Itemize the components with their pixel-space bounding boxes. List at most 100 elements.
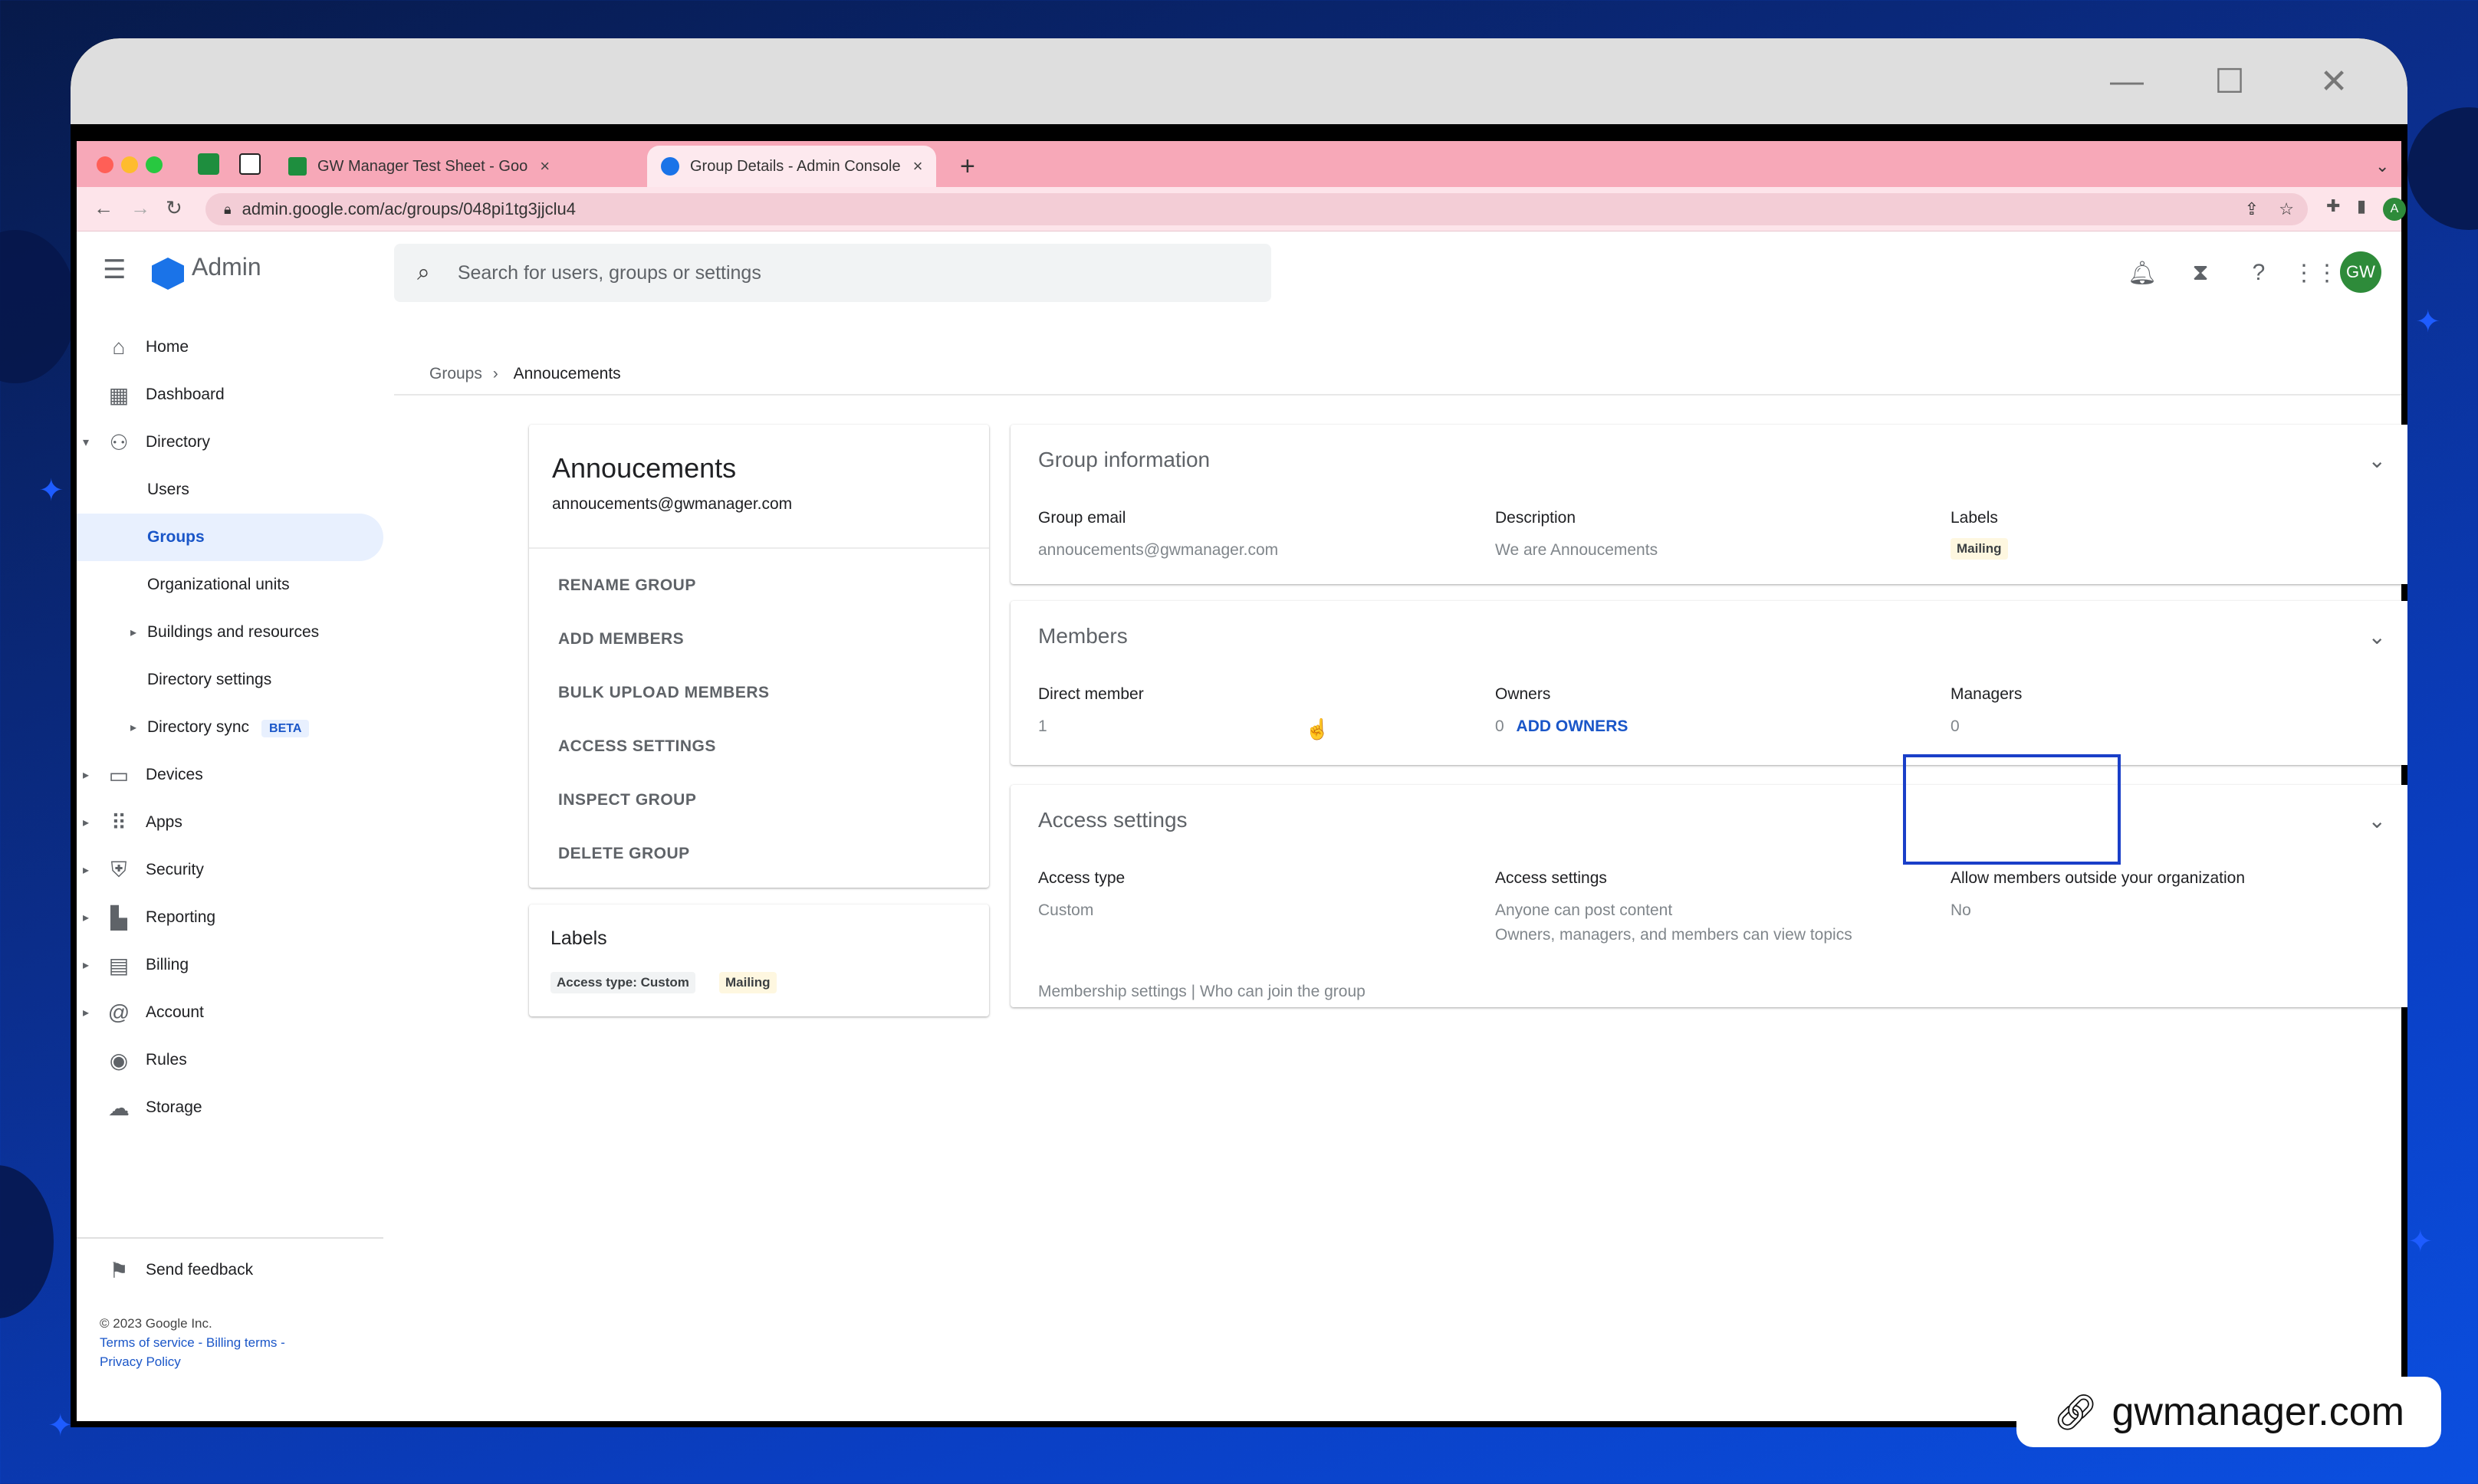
membership-settings-summary: Membership settings | Who can join the g… [1038,983,1366,1000]
extensions-icon[interactable]: ✚ [2326,196,2340,216]
sidebar-item-buildings[interactable]: ▸ Buildings and resources [77,609,383,656]
sidebar-item-home[interactable]: ⌂ Home [77,323,383,371]
feedback-icon: ⚑ [109,1258,129,1282]
sidebar-item-storage[interactable]: ☁ Storage [77,1084,383,1131]
sparkle-icon: ✦ [48,1409,74,1443]
back-icon[interactable]: ← [94,196,113,220]
breadcrumb-groups[interactable]: Groups [429,365,482,382]
profile-avatar[interactable]: A [2383,198,2406,221]
window-titlebar: — ☐ ✕ [71,38,2407,124]
sidebar-item-dashboard[interactable]: ▦ Dashboard [77,371,383,419]
add-owners-button[interactable]: ADD OWNERS [1517,717,1628,735]
tab-group-details[interactable]: Group Details - Admin Console × [647,146,937,187]
product-name[interactable]: Admin [192,253,261,281]
chevron-down-icon[interactable]: ⌄ [2368,448,2386,473]
sidebar-item-account[interactable]: ▸ @ Account [77,989,383,1036]
sidebar-item-directory-settings[interactable]: Directory settings [77,656,383,704]
sidebar-item-security[interactable]: ▸ ⛨ Security [77,846,383,894]
sheets-pinned-tab-icon[interactable] [198,153,219,175]
rules-icon: ◉ [109,1048,129,1072]
sidebar-item-reporting[interactable]: ▸ ▙ Reporting [77,894,383,941]
side-panel-icon[interactable]: ▮ [2357,196,2366,216]
labels-label: Labels [1951,509,1998,527]
new-tab-button[interactable]: + [946,146,989,187]
section-title: Group information [1038,448,1211,471]
access-settings-value-1: Anyone can post content [1495,901,1673,919]
sidebar: ⌂ Home ▦ Dashboard ▾ ⚇ Directory Users G… [77,313,383,1421]
chevron-down-icon[interactable]: ⌄ [2368,808,2386,833]
share-icon[interactable]: ⇪ [2245,199,2259,219]
help-icon[interactable]: ? [2243,258,2274,288]
caret-right-icon: ▸ [130,721,137,734]
managers-value: 0 [1951,717,1960,735]
section-title: Access settings [1038,808,1188,832]
group-name: Annoucements [552,452,737,484]
dashboard-icon: ▦ [108,382,130,407]
sidebar-item-org-units[interactable]: Organizational units [77,561,383,609]
maximize-icon[interactable]: ☐ [2207,58,2253,104]
chevron-down-icon[interactable]: ⌄ [2368,624,2386,649]
hourglass-icon[interactable]: ⧗ [2185,258,2216,288]
group-email-label: Group email [1038,509,1126,527]
minimize-icon[interactable]: — [2104,58,2150,104]
background-blob [0,230,77,383]
zoom-traffic-light[interactable] [146,156,163,173]
sidebar-item-apps[interactable]: ▸ ⠿ Apps [77,799,383,846]
background-blob [0,1165,54,1318]
access-settings-card[interactable]: Access settings ⌄ Access type Custom Acc… [1011,785,2407,1007]
sidebar-item-users[interactable]: Users [77,466,383,514]
group-information-card[interactable]: Group information ⌄ Group email annoucem… [1011,425,2407,584]
sidebar-item-directory-sync[interactable]: ▸ Directory sync BETA [77,704,383,751]
forward-icon[interactable]: → [130,196,150,220]
rename-group-button[interactable]: RENAME GROUP [558,576,696,595]
url-field[interactable]: 🔒︎ admin.google.com/ac/groups/048pi1tg3j… [205,193,2308,225]
delete-group-button[interactable]: DELETE GROUP [558,845,690,863]
admin-console: ☰ Admin ⌕ Search for users, groups or se… [77,231,2407,1421]
sidebar-item-billing[interactable]: ▸ ▤ Billing [77,941,383,989]
close-window-icon[interactable]: ✕ [2311,58,2357,104]
caret-right-icon: ▸ [83,816,90,829]
apps-grid-icon[interactable]: ⋮⋮ [2292,258,2338,288]
admin-logo-icon[interactable] [152,258,184,290]
bell-icon[interactable]: 🔔︎ [2127,258,2158,288]
tab-search-chevron-icon[interactable]: ⌄ [2361,146,2403,187]
terms-links[interactable]: Terms of service - Billing terms - [100,1333,285,1352]
credit-card-icon: ▤ [108,953,130,977]
app-header: ☰ Admin ⌕ Search for users, groups or se… [77,231,2401,313]
sidebar-item-groups[interactable]: Groups [77,514,383,561]
sheets-icon [288,157,307,176]
bar-chart-icon: ▙ [110,905,127,930]
tab-gw-manager-sheet[interactable]: GW Manager Test Sheet - Goo × [274,146,564,187]
reload-icon[interactable]: ↻ [166,196,182,220]
tab-close-icon[interactable]: × [540,156,550,176]
privacy-link[interactable]: Privacy Policy [100,1352,181,1371]
notion-pinned-tab-icon[interactable] [239,153,261,175]
tab-strip: GW Manager Test Sheet - Goo × Group Deta… [77,141,2401,187]
access-settings-button[interactable]: ACCESS SETTINGS [558,737,716,756]
minimize-traffic-light[interactable] [121,156,138,173]
close-traffic-light[interactable] [97,156,113,173]
sparkle-icon: ✦ [38,474,64,507]
label-chip: Mailing [1951,538,2008,560]
sidebar-divider [77,1237,383,1239]
send-feedback-button[interactable]: ⚑ Send feedback [77,1246,383,1294]
add-members-button[interactable]: ADD MEMBERS [558,630,684,648]
inspect-group-button[interactable]: INSPECT GROUP [558,791,696,809]
sidebar-item-directory[interactable]: ▾ ⚇ Directory [77,419,383,466]
main-menu-icon[interactable]: ☰ [103,254,126,285]
owners-count: 0 [1495,717,1504,735]
account-avatar[interactable]: GW [2340,251,2381,293]
sidebar-item-rules[interactable]: ◉ Rules [77,1036,383,1084]
tab-close-icon[interactable]: × [913,156,923,176]
access-type-label: Access type [1038,869,1126,887]
owners-value: 0 ADD OWNERS [1495,717,1628,736]
breadcrumb-separator-icon: › [492,365,498,382]
sidebar-item-devices[interactable]: ▸ ▭ Devices [77,751,383,799]
browser-window: GW Manager Test Sheet - Goo × Group Deta… [77,141,2407,1421]
search-input[interactable]: ⌕ Search for users, groups or settings [394,244,1271,302]
members-card[interactable]: Members ⌄ Direct member 1 Owners 0 ADD O… [1011,601,2407,765]
bulk-upload-members-button[interactable]: BULK UPLOAD MEMBERS [558,684,770,702]
bookmark-star-icon[interactable]: ☆ [2279,199,2294,219]
caret-down-icon: ▾ [83,436,90,449]
caret-right-icon: ▸ [130,626,137,639]
